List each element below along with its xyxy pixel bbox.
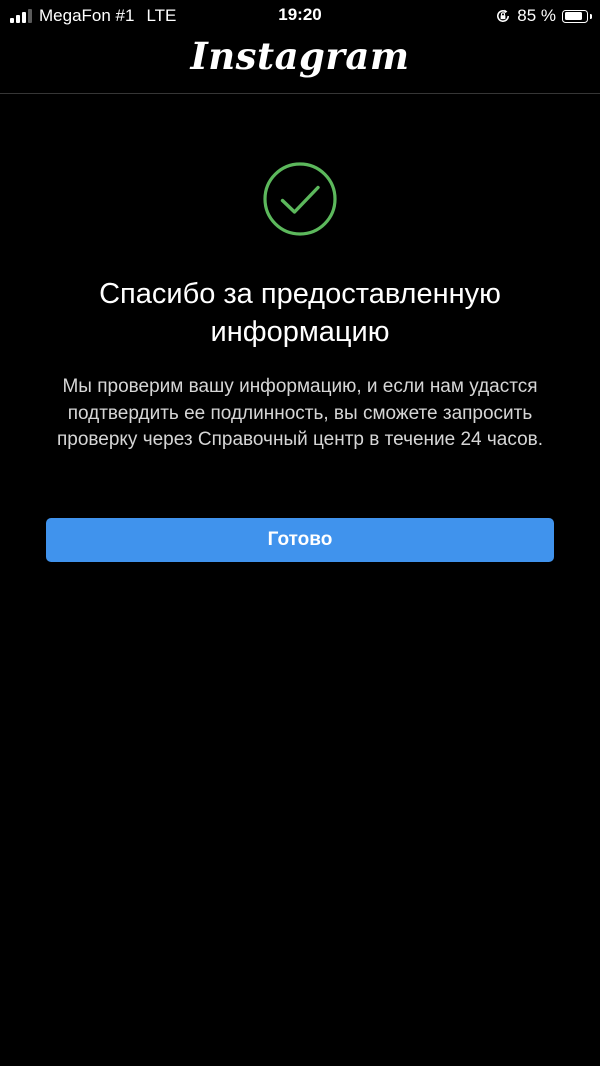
battery-level-fill xyxy=(564,12,583,20)
status-bar-right: 85 % xyxy=(495,5,592,27)
checkmark-circle-icon xyxy=(263,162,337,236)
done-button[interactable]: Готово xyxy=(46,518,554,562)
confirmation-description: Мы проверим вашу информацию, и если нам … xyxy=(56,376,544,450)
app-header: Instagram xyxy=(0,32,600,94)
instagram-logo: Instagram xyxy=(190,34,410,78)
page-title: Спасибо за предоставленную информацию xyxy=(99,278,501,348)
orientation-lock-icon xyxy=(497,9,510,22)
battery-percent: 85 % xyxy=(517,6,556,25)
battery-icon xyxy=(562,9,592,23)
status-bar: MegaFon #1 LTE 19:20 85 % xyxy=(0,0,600,32)
